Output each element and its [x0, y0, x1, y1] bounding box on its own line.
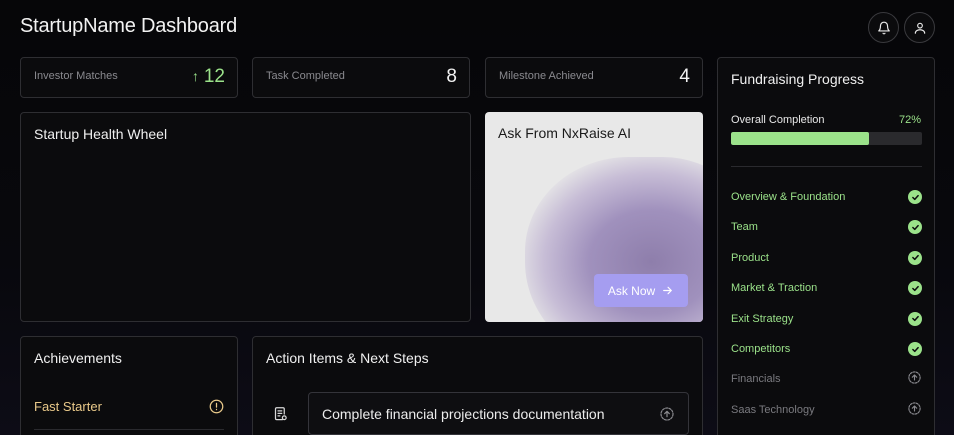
- stat-value: 12: [203, 66, 225, 87]
- page-title: StartupName Dashboard: [20, 15, 238, 37]
- arrow-up-icon: ↑: [192, 68, 199, 84]
- notifications-button[interactable]: [868, 12, 899, 43]
- overall-progress-fill: [731, 132, 869, 145]
- action-item[interactable]: Complete financial projections documenta…: [308, 392, 689, 435]
- ai-title: Ask From NxRaise AI: [498, 125, 632, 141]
- achievements-title: Achievements: [34, 350, 122, 366]
- profile-button[interactable]: [904, 12, 935, 43]
- health-wheel-title: Startup Health Wheel: [34, 126, 168, 142]
- fundraising-step-label: Exit Strategy: [731, 312, 794, 325]
- user-icon: [914, 22, 925, 34]
- fundraising-step[interactable]: Exit Strategy: [731, 311, 922, 327]
- health-wheel-card: Startup Health Wheel: [20, 112, 471, 322]
- divider: [731, 166, 922, 167]
- overall-progress-bar: [731, 132, 922, 145]
- fundraising-title: Fundraising Progress: [731, 71, 865, 87]
- fundraising-step-label: Market & Traction: [731, 282, 818, 295]
- fundraising-step-label: Overview & Foundation: [731, 191, 846, 203]
- fundraising-step[interactable]: Market & Traction: [731, 280, 922, 296]
- achievements-card: Achievements Fast Starter: [20, 336, 238, 435]
- fundraising-step-label: Saas Technology: [731, 403, 815, 416]
- fundraising-step[interactable]: Team: [731, 219, 922, 235]
- ask-now-label: Ask Now: [607, 283, 656, 298]
- stat-card-task-completed[interactable]: Task Completed 8: [252, 57, 470, 98]
- stat-card-milestone-achieved[interactable]: Milestone Achieved 4: [485, 57, 703, 98]
- pending-upload-icon: [907, 401, 922, 419]
- document-list-icon: [274, 407, 287, 421]
- overall-completion-percent: 72%: [898, 114, 921, 126]
- fundraising-step-label: Competitors: [731, 343, 791, 355]
- stat-value: 8: [446, 66, 457, 87]
- alert-circle-icon: [209, 399, 224, 414]
- pending-upload-icon: [907, 370, 922, 388]
- arrow-right-icon: [663, 286, 673, 295]
- overall-completion-label: Overall Completion: [731, 114, 825, 126]
- action-items-title: Action Items & Next Steps: [266, 350, 429, 366]
- stat-value: 4: [679, 66, 690, 87]
- stat-label: Milestone Achieved: [499, 70, 594, 82]
- fundraising-step[interactable]: Product: [731, 250, 922, 266]
- ai-card: Ask From NxRaise AI Ask Now: [485, 112, 703, 322]
- check-circle-icon: [908, 220, 922, 235]
- fundraising-step[interactable]: Overview & Foundation: [731, 189, 922, 205]
- check-circle-icon: [908, 250, 922, 265]
- check-circle-icon: [908, 311, 922, 326]
- stat-label: Investor Matches: [34, 70, 118, 82]
- achievement-item[interactable]: Fast Starter: [34, 399, 224, 414]
- fundraising-step-label: Product: [731, 251, 769, 264]
- fundraising-step[interactable]: Competitors: [731, 341, 922, 357]
- stat-label: Task Completed: [266, 70, 345, 82]
- ask-now-button[interactable]: Ask Now: [594, 274, 688, 307]
- pending-upload-icon: [660, 407, 674, 421]
- fundraising-step[interactable]: Saas Technology: [731, 402, 922, 418]
- fundraising-step[interactable]: Financials: [731, 371, 922, 387]
- fundraising-step-label: Team: [731, 221, 758, 234]
- achievement-label: Fast Starter: [34, 399, 102, 414]
- bell-icon: [877, 21, 890, 34]
- check-circle-icon: [908, 190, 922, 204]
- action-items-card: Action Items & Next Steps Complete finan…: [252, 336, 703, 435]
- stat-card-investor-matches[interactable]: Investor Matches ↑ 12: [20, 57, 238, 98]
- fundraising-progress-card: Fundraising Progress Overall Completion …: [717, 57, 935, 435]
- divider: [34, 429, 224, 430]
- check-circle-icon: [908, 281, 922, 296]
- check-circle-icon: [908, 342, 922, 356]
- action-item-label: Complete financial projections documenta…: [322, 406, 605, 422]
- dashboard: StartupName Dashboard Investor Matches ↑…: [0, 0, 954, 435]
- fundraising-step-label: Financials: [731, 373, 781, 386]
